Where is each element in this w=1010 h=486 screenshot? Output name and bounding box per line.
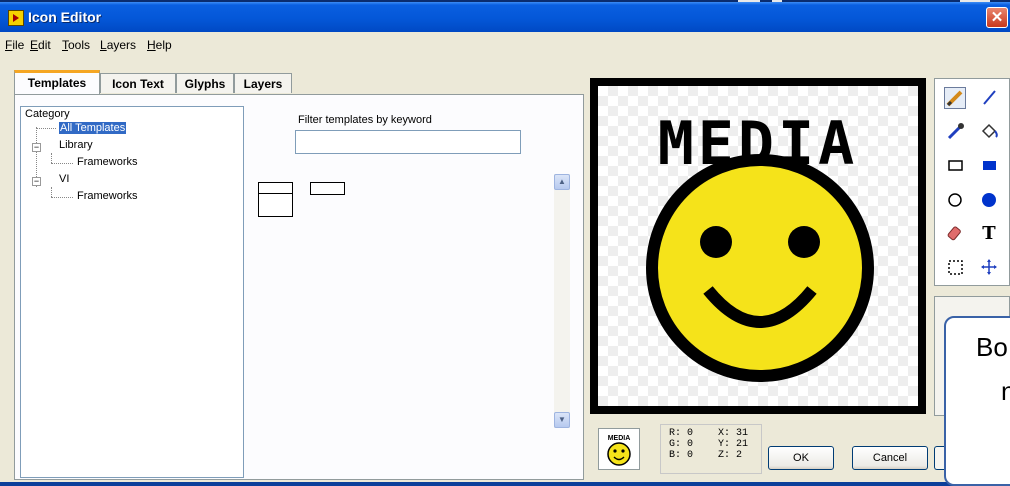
ellipse-icon[interactable] (944, 189, 966, 211)
category-tree[interactable]: Category All Templates − Library Framewo… (20, 106, 244, 478)
menu-bar: File Edit Tools Layers Help (0, 36, 1010, 56)
icon-preview: MEDIA (598, 428, 640, 470)
tree-item-all-templates[interactable]: All Templates (59, 122, 127, 134)
filled-rectangle-icon[interactable] (978, 155, 1000, 177)
close-button[interactable]: ✕ (986, 7, 1008, 28)
filled-ellipse-icon[interactable] (978, 189, 1000, 211)
title-bar[interactable]: Icon Editor ✕ (0, 2, 1010, 32)
fill-bucket-icon[interactable] (978, 121, 1000, 143)
readout-b: B: 0 (669, 450, 694, 461)
ok-button[interactable]: OK (768, 446, 834, 470)
app-icon (8, 10, 24, 26)
tree-header: Category (25, 108, 70, 120)
cancel-button[interactable]: Cancel (852, 446, 928, 470)
tab-layers[interactable]: Layers (234, 73, 292, 93)
window-title: Icon Editor (28, 9, 102, 25)
template-thumbnail[interactable] (258, 182, 293, 217)
readout-g: G: 0 (669, 439, 694, 450)
readout-r: R: 0 (669, 428, 694, 439)
menu-help[interactable]: Help (147, 38, 172, 52)
readout-y: Y: 21 (718, 439, 749, 450)
readout-x: X: 31 (718, 428, 749, 439)
callout-box: Bo n (944, 316, 1010, 486)
callout-line-1: Bo (976, 332, 1008, 362)
tab-templates[interactable]: Templates (14, 70, 100, 95)
tree-item-frameworks[interactable]: Frameworks (77, 156, 138, 168)
line-icon[interactable] (978, 87, 1000, 109)
template-thumbnail[interactable] (310, 182, 345, 195)
scroll-up-icon[interactable]: ▲ (554, 174, 570, 190)
scroll-down-icon[interactable]: ▼ (554, 412, 570, 428)
tree-item-frameworks[interactable]: Frameworks (77, 190, 138, 202)
selection-icon[interactable] (944, 257, 966, 279)
menu-edit[interactable]: Edit (30, 38, 51, 52)
template-scrollbar[interactable]: ▲ ▼ (554, 174, 570, 428)
menu-file[interactable]: File (5, 38, 24, 52)
text-icon[interactable]: T (978, 223, 1000, 245)
tool-palette: T (934, 78, 1010, 286)
tab-icon-text[interactable]: Icon Text (100, 73, 176, 93)
tree-item-library[interactable]: Library (59, 139, 93, 151)
drawing-canvas[interactable]: MEDIA (598, 86, 918, 406)
tree-item-vi[interactable]: VI (59, 173, 69, 185)
menu-tools[interactable]: Tools (62, 38, 90, 52)
icon-canvas-frame: MEDIA (590, 78, 926, 414)
eraser-icon[interactable] (944, 223, 966, 245)
tab-glyphs[interactable]: Glyphs (176, 73, 234, 93)
filter-label: Filter templates by keyword (298, 114, 432, 126)
readout-z: Z: 2 (718, 450, 743, 461)
menu-layers[interactable]: Layers (100, 38, 136, 52)
rectangle-icon[interactable] (944, 155, 966, 177)
pencil-icon[interactable] (944, 87, 966, 109)
pixel-readout: R: 0 G: 0 B: 0 X: 31 Y: 21 Z: 2 (660, 424, 762, 474)
smiley-face-icon (646, 154, 874, 382)
svg-text:MEDIA: MEDIA (608, 435, 631, 442)
move-icon[interactable] (978, 257, 1000, 279)
callout-line-2: n (1001, 376, 1010, 406)
dropper-icon[interactable] (944, 121, 966, 143)
tree-collapse-toggle[interactable]: − (32, 177, 41, 186)
icon-artwork: MEDIA (646, 109, 874, 382)
tree-collapse-toggle[interactable]: − (32, 143, 41, 152)
filter-input[interactable] (295, 130, 521, 154)
